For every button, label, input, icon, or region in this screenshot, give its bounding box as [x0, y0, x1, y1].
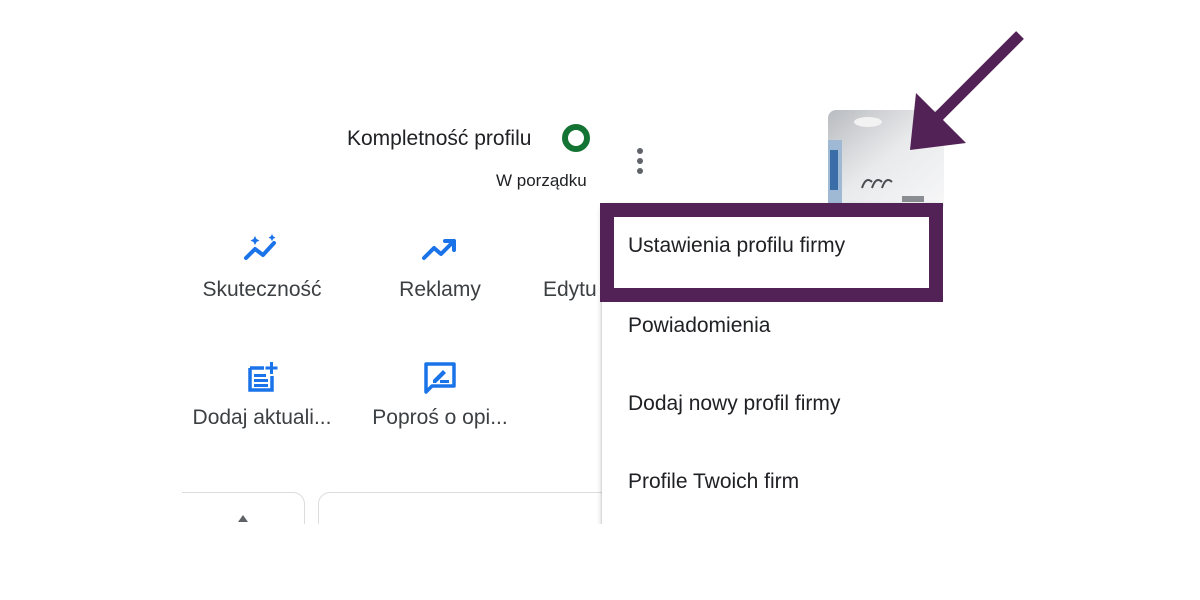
more-vert-icon-dot	[637, 158, 643, 164]
page: Kompletność profilu W porządku Skuteczno…	[0, 0, 1200, 600]
performance-sparkle-icon	[244, 234, 276, 260]
more-options-button[interactable]	[628, 144, 652, 178]
profile-completeness-status: W porządku	[496, 171, 587, 190]
post-add-icon	[248, 362, 278, 392]
completeness-ring-icon	[562, 124, 590, 152]
menu-item-add-new-business-profile[interactable]: Dodaj nowy profil firmy	[628, 392, 840, 416]
ads-action[interactable]: Reklamy	[360, 232, 520, 302]
ads-label: Reklamy	[399, 278, 481, 301]
menu-item-your-business-profiles[interactable]: Profile Twoich firm	[628, 470, 799, 494]
performance-label: Skuteczność	[202, 278, 322, 301]
caret-up-icon	[238, 515, 248, 522]
rate-review-icon	[424, 362, 456, 394]
photo-image	[828, 110, 944, 206]
add-update-action[interactable]: Dodaj aktuali...	[182, 360, 342, 430]
more-vert-icon-dot	[637, 168, 643, 174]
add-update-label: Dodaj aktuali...	[192, 406, 332, 429]
info-card-right[interactable]	[318, 492, 620, 524]
more-options-menu: Ustawienia profilu firmy Powiadomienia D…	[602, 204, 944, 524]
business-photo-thumbnail[interactable]	[828, 110, 944, 206]
ask-for-reviews-action[interactable]: Poproś o opi...	[360, 360, 520, 430]
menu-item-notifications[interactable]: Powiadomienia	[628, 314, 770, 338]
info-card-left[interactable]	[182, 492, 305, 524]
menu-item-business-profile-settings[interactable]: Ustawienia profilu firmy	[628, 234, 845, 258]
profile-completeness-label: Kompletność profilu	[347, 127, 532, 150]
trending-up-icon	[422, 239, 456, 260]
ask-for-reviews-label: Poproś o opi...	[372, 406, 508, 429]
business-profile-panel: Kompletność profilu W porządku Skuteczno…	[182, 100, 944, 524]
more-vert-icon	[637, 148, 643, 154]
performance-action[interactable]: Skuteczność	[182, 232, 342, 302]
